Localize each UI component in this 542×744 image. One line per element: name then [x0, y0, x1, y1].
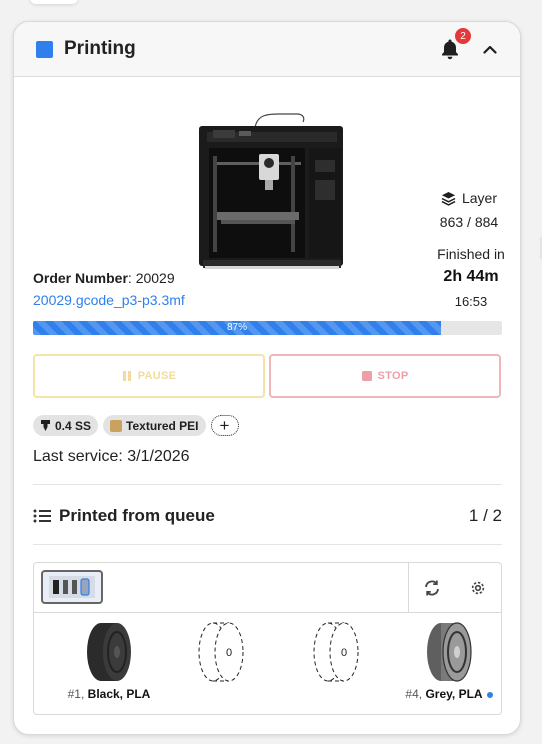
ams-slot-2[interactable]: 0	[181, 621, 261, 688]
empty-slot-text: 0	[341, 647, 347, 659]
order-value: 20029	[135, 270, 175, 286]
layers-icon	[441, 191, 456, 206]
card-header: Printing 2	[14, 22, 520, 77]
ams-slot-1[interactable]: #1, Black, PLA	[68, 621, 150, 701]
notifications-button[interactable]: 2	[438, 28, 471, 61]
list-icon	[33, 509, 51, 523]
slot-filament: Black, PLA	[87, 687, 151, 701]
queue-row: Printed from queue 1 / 2	[33, 504, 502, 528]
order-number: Order Number: 20029	[33, 270, 175, 286]
settings-button[interactable]	[467, 577, 489, 599]
notification-badge: 2	[455, 28, 471, 44]
plate-label: Textured PEI	[126, 418, 199, 433]
active-slot-indicator	[486, 691, 493, 698]
ams-toolbar	[34, 563, 501, 613]
finished-label: Finished in	[437, 246, 505, 262]
divider	[33, 484, 502, 485]
chip-row: 0.4 SS Textured PEI +	[33, 415, 239, 436]
ams-unit-button[interactable]	[41, 570, 103, 604]
add-chip-button[interactable]: +	[210, 415, 239, 436]
queue-title: Printed from queue	[59, 506, 215, 525]
finish-clock: 16:53	[454, 294, 488, 309]
plate-swatch-icon	[110, 419, 123, 432]
slot-filament: Grey, PLA	[425, 687, 483, 701]
layer-info: Layer 863 / 884	[424, 190, 514, 230]
ams-unit-icon	[49, 576, 95, 598]
stop-icon	[361, 371, 372, 381]
remaining-time: 2h 44m	[443, 268, 499, 285]
collapse-button[interactable]	[480, 39, 500, 59]
ams-panel: #1, Black, PLA 0 0 #4, Grey, PLA	[33, 562, 502, 715]
slot-number: #1,	[67, 687, 85, 701]
ams-actions	[408, 563, 501, 612]
filament-spool-icon	[87, 623, 131, 681]
progress-text: 87%	[227, 322, 248, 333]
pause-icon	[122, 371, 131, 381]
filament-spool-icon	[427, 622, 472, 682]
last-service: Last service: 3/1/2026	[33, 448, 190, 465]
top-panel-edge	[30, 0, 78, 4]
printer-card: Printing 2 Layer 863 / 884 Finished in 2…	[13, 21, 521, 735]
nozzle-label: 0.4 SS	[55, 418, 92, 433]
refresh-icon	[425, 580, 439, 595]
divider	[33, 544, 502, 545]
stop-button[interactable]: STOP	[269, 354, 501, 398]
pause-button[interactable]: PAUSE	[33, 354, 265, 398]
queue-count: 1 / 2	[468, 506, 502, 525]
ams-slot-4[interactable]: #4, Grey, PLA	[405, 621, 493, 701]
empty-spool-icon: 0	[198, 622, 244, 682]
layer-label: Layer	[461, 190, 498, 206]
stop-label: STOP	[377, 370, 409, 382]
pause-label: PAUSE	[137, 370, 177, 382]
order-label: Order Number	[33, 270, 128, 286]
empty-slot-text: 0	[226, 647, 232, 659]
status-title: Printing	[64, 38, 136, 59]
plate-chip[interactable]: Textured PEI	[103, 415, 206, 436]
ams-slot-3[interactable]: 0	[296, 621, 376, 688]
empty-spool-icon: 0	[313, 622, 359, 682]
chevron-up-icon	[483, 45, 497, 54]
printer-image	[199, 113, 343, 269]
progress-bar: 87%	[33, 321, 502, 335]
file-name-link[interactable]: 20029.gcode_p3-p3.3mf	[33, 292, 185, 308]
slot-number: #4,	[405, 687, 423, 701]
nozzle-chip[interactable]: 0.4 SS	[33, 415, 99, 436]
refresh-button[interactable]	[421, 577, 443, 599]
layer-value: 863 / 884	[439, 214, 499, 230]
nozzle-icon	[41, 419, 50, 431]
status-indicator	[36, 40, 53, 58]
gear-icon	[471, 581, 485, 594]
